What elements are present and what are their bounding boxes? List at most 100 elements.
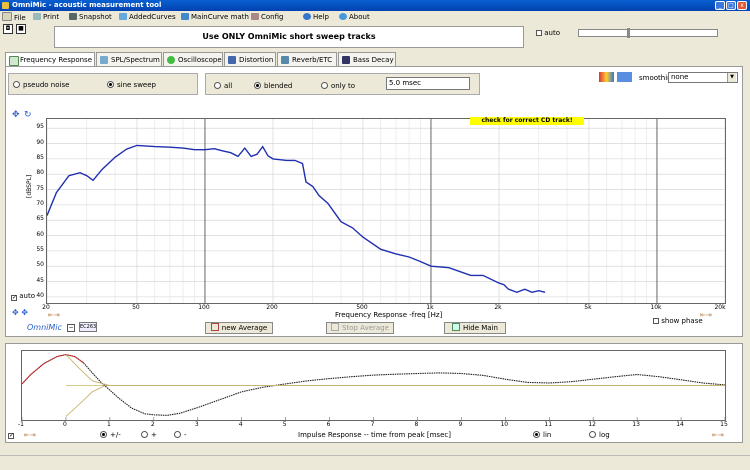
impulse-x-tick-label: 10 xyxy=(500,421,509,428)
omnimic-label: OmniMic xyxy=(27,323,62,332)
cd-track-note: check for correct CD track! xyxy=(470,117,584,125)
impulse-x-tick-label: 7 xyxy=(370,421,375,428)
hide-icon xyxy=(452,323,461,331)
tab-bass-decay[interactable]: Bass Decay xyxy=(338,52,396,66)
x-tick-label: 500 xyxy=(356,304,368,311)
tab-reverb-etc[interactable]: Reverb/ETC xyxy=(277,52,337,66)
help-icon xyxy=(303,13,311,20)
impulse-scroll-right-icon[interactable]: ⇤⇥ xyxy=(712,431,724,439)
auto-scale-checkbox[interactable]: ✓ auto xyxy=(11,292,35,301)
all-radio[interactable]: all xyxy=(214,82,232,90)
impulse-chart xyxy=(22,354,725,420)
impulse-scroll-left-icon[interactable]: ⇤⇥ xyxy=(24,431,36,439)
y-tick-label: 90 xyxy=(36,138,44,146)
new-average-button[interactable]: new Average xyxy=(205,322,273,334)
average-icon xyxy=(210,323,219,331)
math-icon xyxy=(181,13,189,20)
frequency-chart xyxy=(47,119,725,303)
menu-about[interactable]: About xyxy=(339,12,370,22)
close-button[interactable]: x xyxy=(737,1,747,10)
menu-addedcurves[interactable]: AddedCurves xyxy=(119,12,176,22)
app-icon xyxy=(2,2,9,9)
scale-up-icon[interactable]: ✥ ✥ xyxy=(12,308,28,317)
log-scale-radio[interactable]: log xyxy=(589,431,610,439)
menu-snapshot[interactable]: Snapshot xyxy=(69,12,112,22)
stop-icon[interactable]: ■ xyxy=(16,24,26,34)
window-group: all blended only to 5.0 msec xyxy=(205,73,480,95)
window-msec-input[interactable]: 5.0 msec xyxy=(386,77,470,90)
scroll-arrows-icon[interactable]: ⇤⇥ xyxy=(48,311,60,319)
hide-main-button[interactable]: Hide Main xyxy=(444,322,506,334)
blended-radio[interactable]: blended xyxy=(254,82,292,90)
polarity-pm-radio[interactable]: +/- xyxy=(100,431,121,439)
color-palette-icon[interactable] xyxy=(599,72,614,82)
sine-sweep-radio[interactable]: sine sweep xyxy=(107,81,156,89)
x-tick-label: 1k xyxy=(426,304,434,311)
polarity-minus-radio[interactable]: - xyxy=(174,431,187,439)
file-icon xyxy=(2,12,12,21)
bass-decay-icon xyxy=(342,56,350,64)
y-tick-label: 65 xyxy=(36,215,44,223)
impulse-x-tick-label: 6 xyxy=(326,421,331,428)
show-phase-checkbox[interactable]: show phase xyxy=(653,317,703,325)
polarity-plus-radio[interactable]: + xyxy=(141,431,157,439)
y-tick-label: 70 xyxy=(36,199,44,207)
y-tick-label: 95 xyxy=(36,123,44,131)
tab-frequency-response[interactable]: Frequency Response xyxy=(5,52,95,67)
slider-knob[interactable] xyxy=(627,28,630,38)
minimize-button[interactable]: _ xyxy=(715,1,725,10)
smoothing-value: none xyxy=(671,73,689,81)
impulse-x-axis-label: Impulse Response -- time from peak [msec… xyxy=(298,431,451,439)
tab-distortion[interactable]: Distortion xyxy=(224,52,276,66)
y-tick-label: 45 xyxy=(36,276,44,284)
x-tick-label: 5k xyxy=(584,304,592,311)
chevron-down-icon: ▼ xyxy=(727,73,736,82)
impulse-x-tick-label: 11 xyxy=(544,421,553,428)
tab-oscilloscope[interactable]: Oscilloscope xyxy=(163,52,223,66)
signal-group: pseudo noise sine sweep xyxy=(8,73,198,95)
record-icon[interactable]: ◘ xyxy=(3,24,13,34)
impulse-x-tick-label: 1 xyxy=(106,421,111,428)
lin-scale-radio[interactable]: lin xyxy=(533,431,551,439)
impulse-x-tick-label: 8 xyxy=(414,421,419,428)
smoothing-select[interactable]: none ▼ xyxy=(668,72,738,83)
impulse-auto-checkbox[interactable]: ✓ xyxy=(8,430,14,439)
x-tick-label: 50 xyxy=(132,304,140,311)
y-tick-label: 55 xyxy=(36,245,44,253)
frequency-plot xyxy=(46,118,726,304)
impulse-x-tick-label: 2 xyxy=(150,421,155,428)
menu-help[interactable]: Help xyxy=(303,12,329,22)
mic-id-badge: EC263 xyxy=(79,322,97,332)
impulse-x-tick-label: -1 xyxy=(18,421,24,428)
refresh-icon[interactable]: ↻ xyxy=(24,110,32,120)
impulse-x-tick-label: 4 xyxy=(238,421,243,428)
impulse-x-tick-label: 12 xyxy=(588,421,596,428)
maximize-button[interactable]: □ xyxy=(726,1,736,10)
curves-icon xyxy=(119,13,127,20)
mic-minus-button[interactable]: − xyxy=(67,324,75,332)
impulse-series-2 xyxy=(65,354,725,386)
level-slider[interactable] xyxy=(578,28,718,38)
only-to-radio[interactable]: only to xyxy=(321,82,355,90)
menu-print[interactable]: Print xyxy=(33,12,59,22)
auto-checkbox[interactable]: auto xyxy=(536,29,560,37)
x-tick-label: 10k xyxy=(650,304,662,311)
impulse-series-1 xyxy=(22,354,84,385)
menu-file[interactable]: File xyxy=(2,12,26,22)
impulse-x-tick-label: 5 xyxy=(282,421,287,428)
stop-average-button: Stop Average xyxy=(326,322,394,334)
menu-config[interactable]: Config xyxy=(251,12,283,22)
display-icon[interactable] xyxy=(617,72,632,82)
zoom-icon[interactable]: ✥ xyxy=(12,110,20,120)
reverb-icon xyxy=(281,56,289,64)
menu-bar: File Print Snapshot AddedCurves MainCurv… xyxy=(0,11,750,23)
status-bar xyxy=(0,455,750,470)
spectrum-icon xyxy=(100,56,108,64)
impulse-x-tick-label: 15 xyxy=(720,421,728,428)
stop-average-icon xyxy=(331,323,340,331)
x-tick-label: 20 xyxy=(42,304,50,311)
menu-maincurve-math[interactable]: MainCurve math xyxy=(181,12,249,22)
tab-spl-spectrum[interactable]: SPL/Spectrum xyxy=(96,52,162,66)
pseudo-noise-radio[interactable]: pseudo noise xyxy=(13,81,69,89)
banner-message: Use ONLY OmniMic short sweep tracks xyxy=(54,26,524,48)
